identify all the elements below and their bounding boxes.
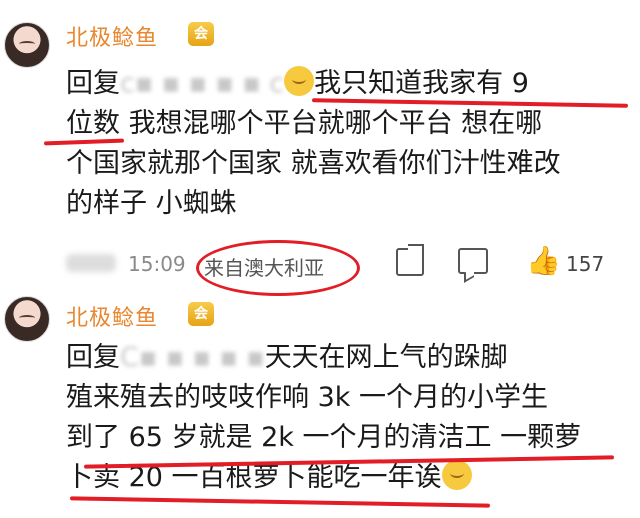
username[interactable]: 北极鲶鱼	[66, 20, 158, 52]
comment-card: 北极鲶鱼 会 回复C▪ ▪ ▪ ▪ ▪天天在网上气的跺脚 殖来殖去的吱吱作响 3…	[0, 290, 640, 518]
red-circle-annotation	[196, 240, 360, 296]
comment-text: 回复c▪ ▪ ▪ ▪ ▪ c 我只知道我家有 9 位数 我想混哪个平台就哪个平台 …	[66, 64, 626, 224]
comment-card: 北极鲶鱼 会 回复c▪ ▪ ▪ ▪ ▪ c 我只知道我家有 9 位数 我想混哪个平…	[0, 0, 640, 296]
like-icon[interactable]: 👍	[526, 244, 561, 277]
avatar[interactable]	[4, 296, 50, 342]
comment-line-3: 到了 65 岁就是 2k 一个月的清洁工 一颗萝	[66, 422, 582, 453]
comment-line-1-text: 我只知道我家有 9	[314, 68, 529, 99]
member-badge-icon: 会	[188, 22, 214, 46]
comment-line-1: 回复C▪ ▪ ▪ ▪ ▪天天在网上气的跺脚	[66, 338, 626, 378]
reply-prefix: 回复	[66, 342, 120, 373]
comment-line-1-text: 天天在网上气的跺脚	[264, 342, 508, 373]
blurred-mention[interactable]: c▪ ▪ ▪ ▪ ▪ c	[120, 68, 284, 99]
reply-prefix: 回复	[66, 68, 120, 99]
comment-line-4: 的样子 小蜘蛛	[66, 188, 237, 219]
member-badge-icon: 会	[188, 302, 214, 326]
avatar[interactable]	[4, 22, 50, 68]
comment-line-2: 殖来殖去的吱吱作响 3k 一个月的小学生	[66, 382, 548, 413]
like-count: 157	[566, 252, 605, 276]
username[interactable]: 北极鲶鱼	[66, 300, 158, 332]
comment-line-2: 位数 我想混哪个平台就哪个平台 想在哪	[66, 108, 543, 139]
red-underline-annotation	[69, 496, 491, 508]
blurred-mention[interactable]: C▪ ▪ ▪ ▪ ▪	[120, 342, 265, 373]
comment-icon[interactable]	[458, 248, 488, 274]
comment-text: 回复C▪ ▪ ▪ ▪ ▪天天在网上气的跺脚 殖来殖去的吱吱作响 3k 一个月的小…	[66, 338, 626, 498]
blurred-date	[66, 254, 116, 272]
smile-emoji-icon	[284, 66, 315, 96]
smile-emoji-icon	[441, 460, 472, 490]
share-icon[interactable]	[396, 244, 424, 276]
comment-time: 15:09	[128, 252, 186, 276]
comment-line-3: 个国家就那个国家 就喜欢看你们汁性难改	[66, 148, 561, 179]
